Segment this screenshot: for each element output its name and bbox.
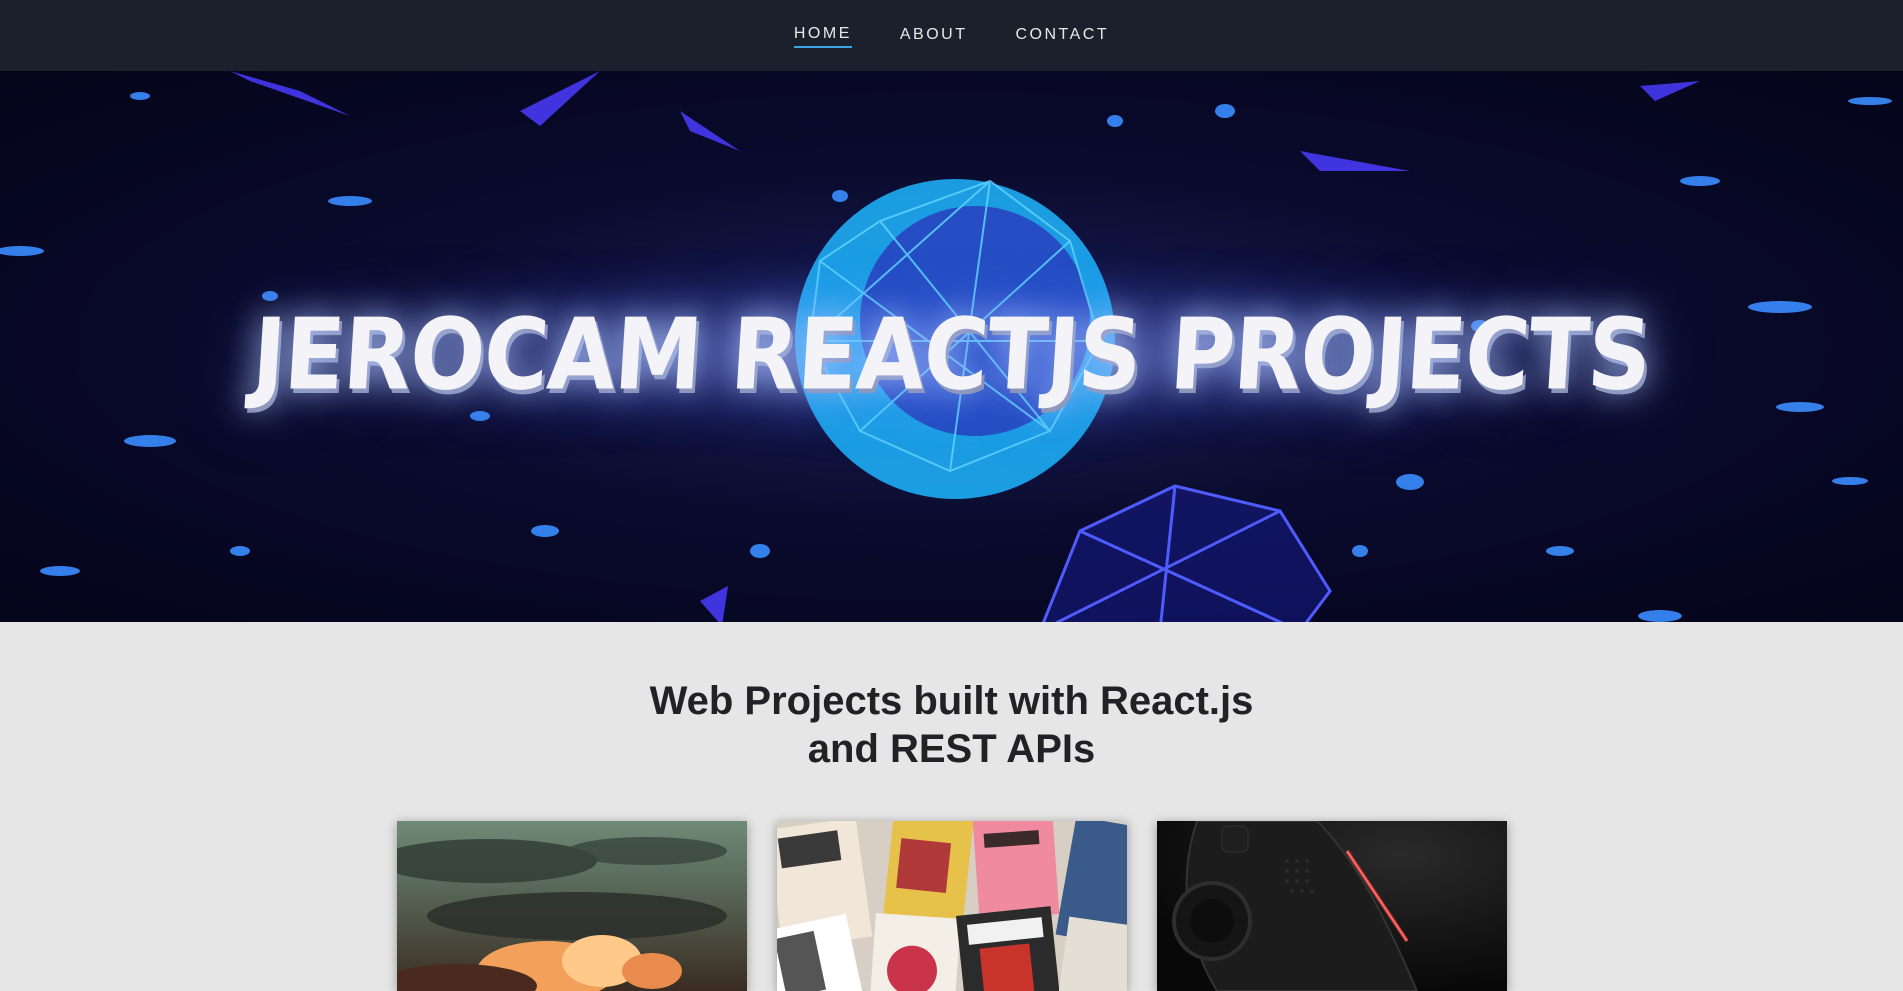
nav-link-about[interactable]: ABOUT: [900, 26, 968, 47]
sunset-clouds-image: [397, 821, 747, 991]
nav-link-home[interactable]: HOME: [793, 25, 852, 48]
project-cards: [397, 821, 1507, 991]
manga-covers-collage-image: [777, 821, 1127, 991]
hero-banner: JEROCAM REACTJS PROJECTS: [0, 71, 1903, 622]
section-heading-line1: Web Projects built with React.js: [649, 679, 1254, 723]
section-heading-line2: and REST APIs: [807, 727, 1096, 771]
nav-link-contact[interactable]: CONTACT: [1015, 26, 1109, 47]
project-card-3[interactable]: [1157, 821, 1507, 991]
game-controller-image: [1157, 821, 1507, 991]
top-navbar: HOME ABOUT CONTACT: [0, 0, 1903, 71]
small-polyhedron-graphic: [1041, 484, 1332, 622]
hero-title: JEROCAM REACTJS PROJECTS: [249, 296, 1654, 413]
project-card-2[interactable]: [777, 821, 1127, 991]
project-card-1[interactable]: [397, 821, 747, 991]
section-heading: Web Projects built with React.js and RES…: [0, 677, 1903, 773]
